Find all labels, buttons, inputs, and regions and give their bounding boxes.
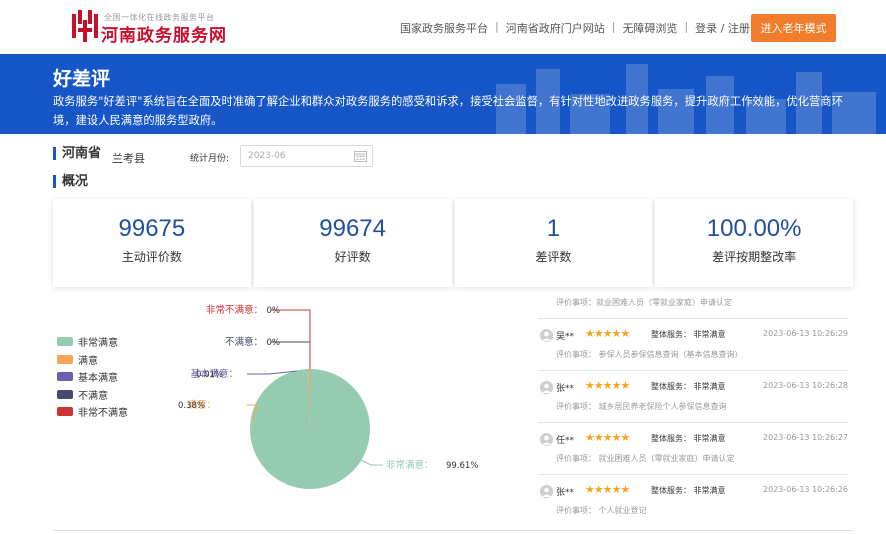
overall-rating: 整体服务： 非常满意 xyxy=(651,382,726,391)
pie-slice-value-label: 0% xyxy=(267,338,281,348)
review-item[interactable]: 吴** ★★★★★ 整体服务： 非常满意 2023-06-13 10:26:29… xyxy=(538,319,848,371)
nav-separator: | xyxy=(495,20,499,33)
review-time: 2023-06-13 10:26:26 xyxy=(763,485,848,494)
stat-value: 1 xyxy=(546,215,561,242)
review-matter: 评价事项： 参保人员参保信息查询（基本信息查询） xyxy=(556,350,743,359)
logo-title[interactable]: 河南政务服务网 xyxy=(101,21,227,46)
pie-slice-value-label: 99.61% xyxy=(446,461,478,471)
overview-title: 概况 xyxy=(53,175,88,188)
satisfaction-pie-chart: 非常满意： 99.61%满意：0.38%基本满意：0.01%不满意： 0%非常不满意… xyxy=(178,304,478,489)
review-time: 2023-06-13 10:26:27 xyxy=(763,433,848,442)
avatar-icon xyxy=(540,433,553,446)
stat-label: 好评数 xyxy=(334,250,371,264)
review-list: 评价事项：就业困难人员（零就业家庭）申请认定 吴** ★★★★★ 整体服务： 非… xyxy=(538,293,848,521)
stat-label: 差评按期整改率 xyxy=(712,250,797,264)
stats-panel: 99675 主动评价数 99674 好评数 1 差评数 100.00% 差评按期… xyxy=(53,199,853,287)
province-label: 河南省 xyxy=(53,147,101,160)
review-time: 2023-06-13 10:26:29 xyxy=(763,329,848,338)
review-matter: 评价事项： 城乡居民养老保险个人参保信息查询 xyxy=(556,402,727,411)
avatar-icon xyxy=(540,485,553,498)
stat-label: 主动评价数 xyxy=(121,250,182,264)
pie-slice-value-label: 0.38% xyxy=(178,401,205,411)
review-time: 2023-06-13 10:26:28 xyxy=(763,381,848,390)
rating-stars: ★★★★★ xyxy=(585,327,630,340)
rating-stars: ★★★★★ xyxy=(585,483,630,496)
calendar-icon[interactable] xyxy=(354,150,367,162)
overall-rating: 整体服务： 非常满意 xyxy=(651,434,726,443)
rating-stars: ★★★★★ xyxy=(585,431,630,444)
nav-henan-gov-portal[interactable]: 河南省政府门户网站 xyxy=(506,20,605,36)
rating-stars: ★★★★★ xyxy=(585,379,630,392)
county-selector[interactable]: 兰考县 xyxy=(112,150,145,166)
month-picker-input[interactable]: 2023-06 xyxy=(240,145,373,167)
overall-rating: 整体服务： 非常满意 xyxy=(651,330,726,339)
stat-card-total: 99675 主动评价数 xyxy=(53,199,251,287)
pie-slice-name-label: 非常满意： xyxy=(386,459,434,471)
review-item[interactable]: 评价事项：就业困难人员（零就业家庭）申请认定 xyxy=(538,293,848,319)
nav-national-platform[interactable]: 国家政务服务平台 xyxy=(400,20,488,36)
avatar-icon xyxy=(540,381,553,394)
month-picker-placeholder: 2023-06 xyxy=(248,151,286,161)
reviewer-name: 张** xyxy=(556,384,575,394)
review-matter: 评价事项： 个人就业登记 xyxy=(556,506,647,515)
divider xyxy=(53,530,853,531)
overall-rating: 整体服务： 非常满意 xyxy=(651,486,726,495)
nav-separator: | xyxy=(611,20,616,33)
nav-separator: | xyxy=(684,20,689,33)
top-header: 全国一体化在线政务服务平台 河南政务服务网 国家政务服务平台 | 河南省政府门户… xyxy=(0,0,886,54)
review-matter: 评价事项：就业困难人员（零就业家庭）申请认定 xyxy=(556,298,732,307)
stat-value: 99675 xyxy=(118,215,186,242)
site-logo-icon[interactable] xyxy=(72,10,98,42)
nav-login-register[interactable]: 登录 / 注册 xyxy=(695,20,750,36)
page-title: 好差评 xyxy=(53,68,111,90)
elder-mode-button[interactable]: 进入老年模式 xyxy=(751,14,836,42)
review-matter: 评价事项： 就业困难人员（零就业家庭）申请认定 xyxy=(556,454,735,463)
reviewer-name: 张** xyxy=(556,488,575,498)
avatar-icon xyxy=(540,329,553,342)
review-item[interactable]: 张** ★★★★★ 整体服务： 非常满意 2023-06-13 10:26:26… xyxy=(538,475,848,521)
reviewer-name: 吴** xyxy=(556,332,575,342)
nav-accessibility[interactable]: 无障碍浏览 xyxy=(622,20,677,36)
stat-value: 100.00% xyxy=(706,215,802,242)
stat-card-good: 99674 好评数 xyxy=(253,199,452,287)
top-nav: 国家政务服务平台 | 河南省政府门户网站 | 无障碍浏览 | 登录 / 注册 xyxy=(400,20,750,36)
pie-slice-name-label: 不满意： xyxy=(225,336,263,348)
review-item[interactable]: 任** ★★★★★ 整体服务： 非常满意 2023-06-13 10:26:27… xyxy=(538,423,848,475)
month-label: 统计月份: xyxy=(190,154,230,164)
pie-slice-value-label: 0% xyxy=(267,306,281,316)
pie-slice-value-label: 0.01% xyxy=(196,370,223,380)
page-description: 政务服务"好差评"系统旨在全面及时准确了解企业和群众对政务服务的感受和诉求，接受… xyxy=(53,95,843,127)
pie-slice-name-label: 非常不满意： xyxy=(206,304,263,316)
stat-value: 99674 xyxy=(319,215,386,242)
stat-card-rectify-rate: 100.00% 差评按期整改率 xyxy=(655,199,853,287)
banner: 好差评 政务服务"好差评"系统旨在全面及时准确了解企业和群众对政务服务的感受和诉… xyxy=(0,54,886,134)
stat-label: 差评数 xyxy=(535,250,572,264)
review-item[interactable]: 张** ★★★★★ 整体服务： 非常满意 2023-06-13 10:26:28… xyxy=(538,371,848,423)
stat-card-bad: 1 差评数 xyxy=(454,199,653,287)
reviewer-name: 任** xyxy=(556,436,575,446)
